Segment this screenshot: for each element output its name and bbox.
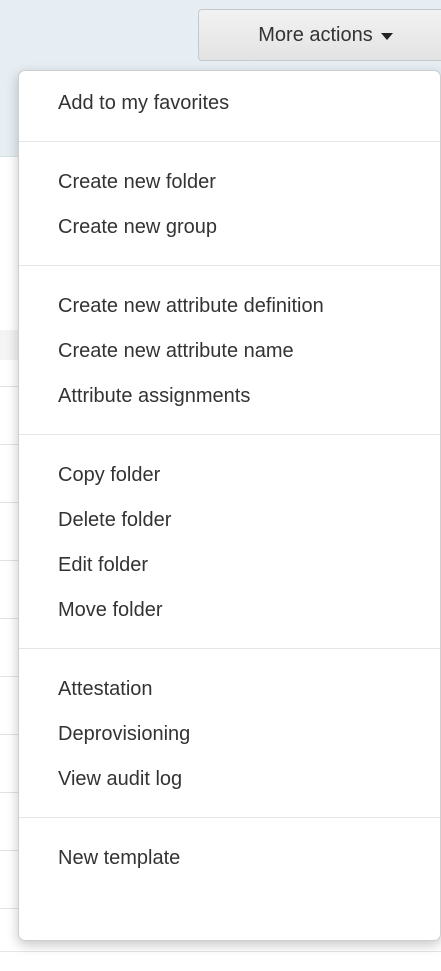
menu-item-add-to-my-favorites[interactable]: Add to my favorites bbox=[19, 81, 440, 126]
more-actions-label: More actions bbox=[258, 23, 373, 46]
menu-item-copy-folder[interactable]: Copy folder bbox=[19, 453, 440, 498]
menu-divider bbox=[19, 265, 440, 266]
menu-divider bbox=[19, 817, 440, 818]
page-bottom-strip bbox=[0, 951, 441, 971]
menu-item-create-new-folder[interactable]: Create new folder bbox=[19, 160, 440, 205]
menu-item-delete-folder[interactable]: Delete folder bbox=[19, 498, 440, 543]
menu-item-create-new-attribute-name[interactable]: Create new attribute name bbox=[19, 329, 440, 374]
menu-item-new-template[interactable]: New template bbox=[19, 836, 440, 881]
caret-down-icon bbox=[380, 32, 393, 40]
menu-divider bbox=[19, 648, 440, 649]
menu-item-edit-folder[interactable]: Edit folder bbox=[19, 543, 440, 588]
more-actions-button[interactable]: More actions bbox=[198, 9, 441, 61]
menu-item-attribute-assignments[interactable]: Attribute assignments bbox=[19, 374, 440, 419]
menu-divider bbox=[19, 141, 440, 142]
menu-item-deprovisioning[interactable]: Deprovisioning bbox=[19, 712, 440, 757]
menu-item-move-folder[interactable]: Move folder bbox=[19, 588, 440, 633]
menu-divider bbox=[19, 434, 440, 435]
more-actions-menu: Add to my favorites Create new folder Crea… bbox=[18, 70, 441, 941]
menu-item-view-audit-log[interactable]: View audit log bbox=[19, 757, 440, 802]
menu-item-attestation[interactable]: Attestation bbox=[19, 667, 440, 712]
menu-item-create-new-attribute-definition[interactable]: Create new attribute definition bbox=[19, 284, 440, 329]
menu-item-create-new-group[interactable]: Create new group bbox=[19, 205, 440, 250]
